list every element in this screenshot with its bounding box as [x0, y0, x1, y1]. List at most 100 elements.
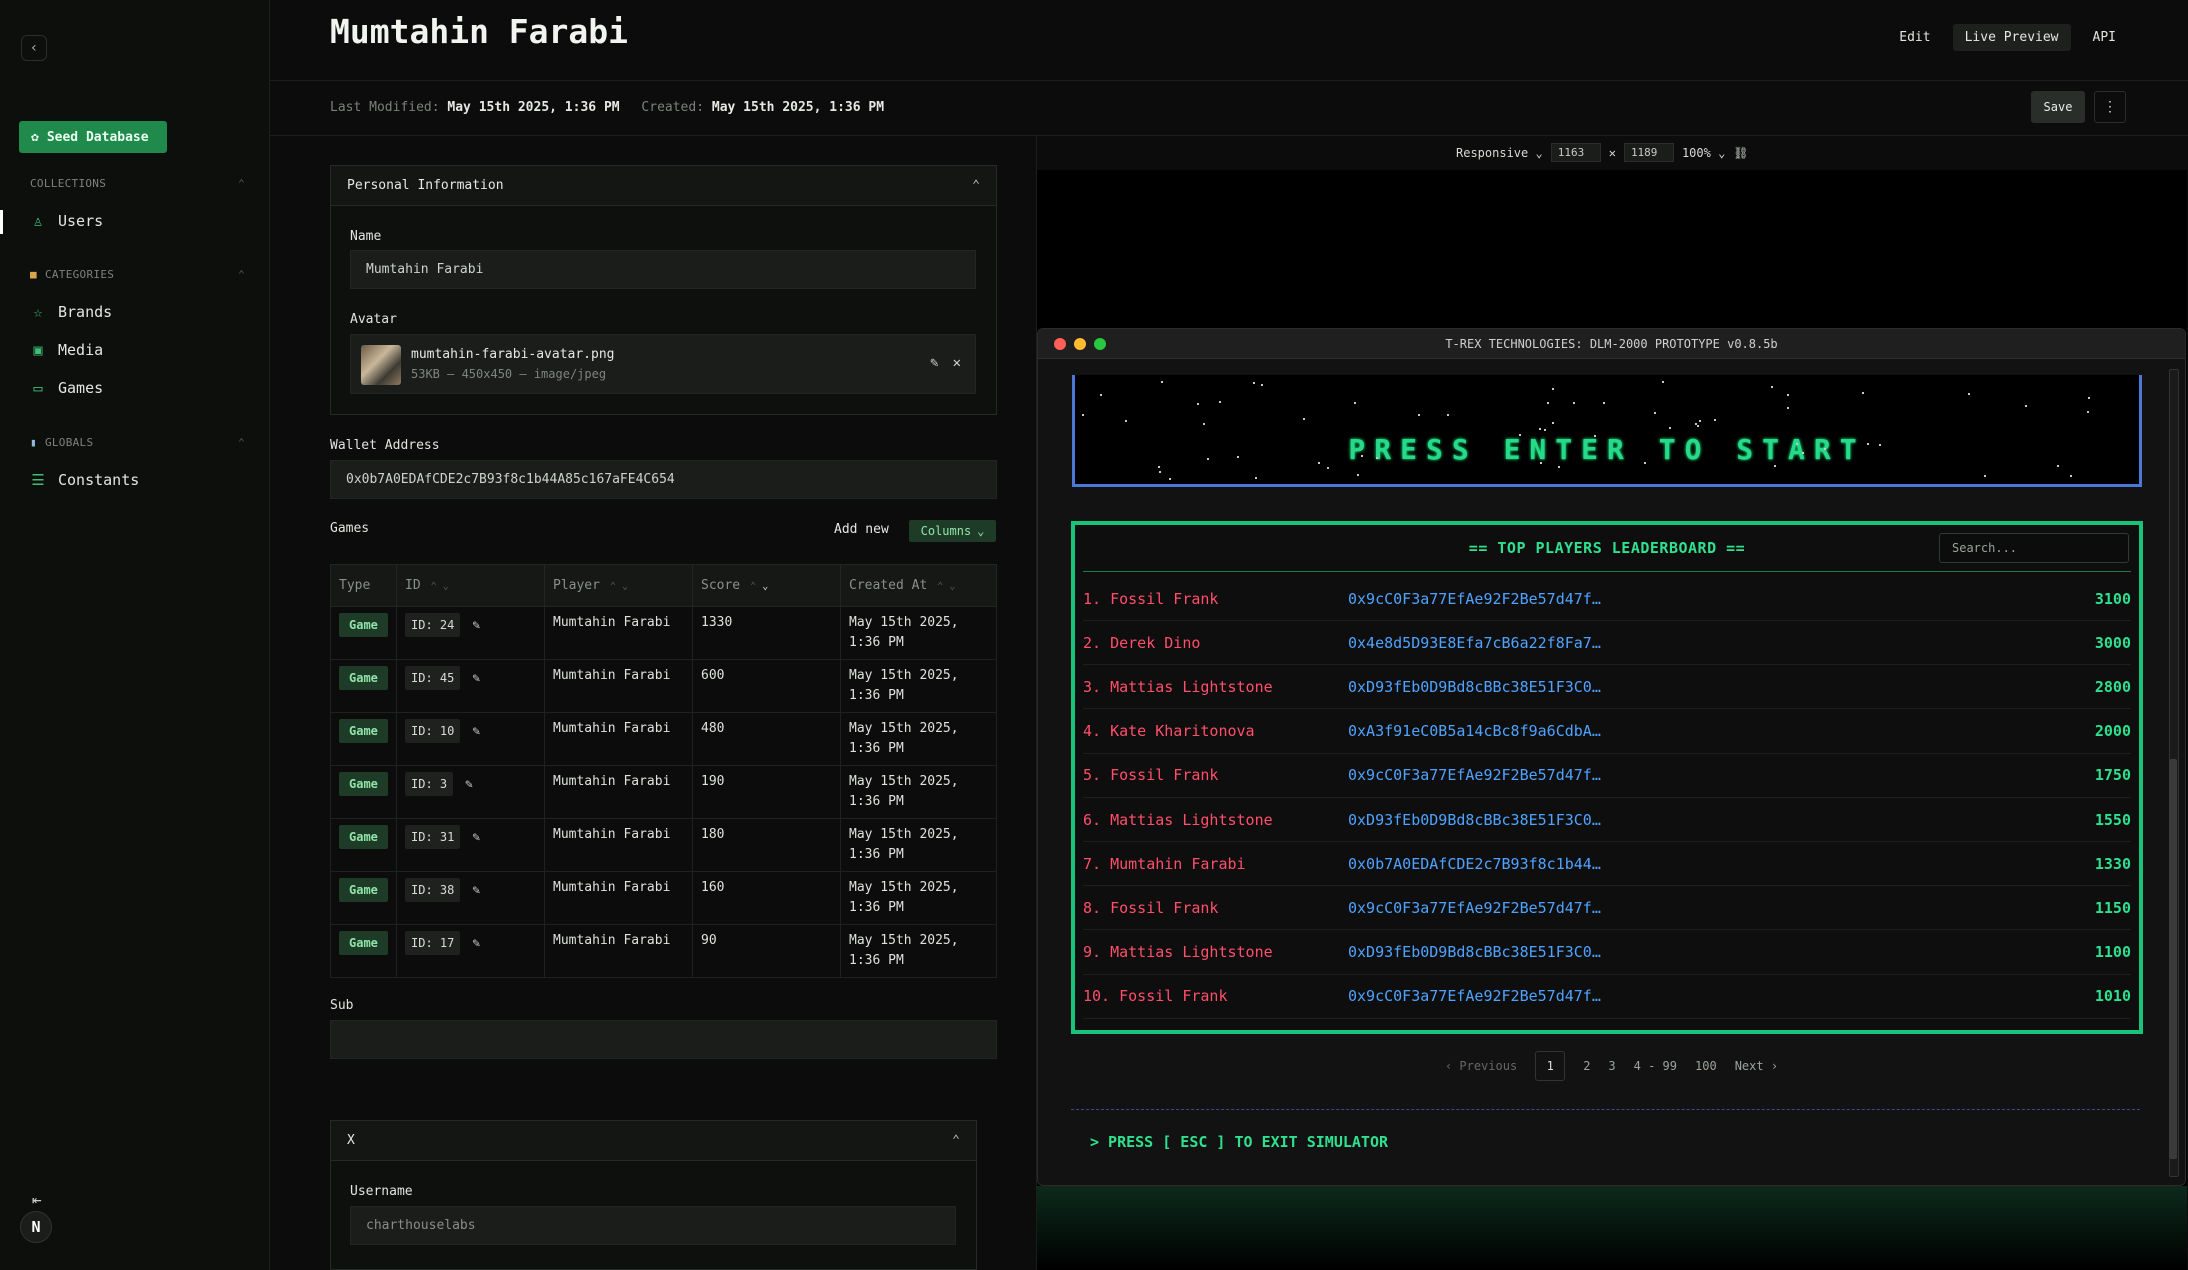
leaderboard-row[interactable]: 1. Fossil Frank 0x9cC0F3a77EfAe92F2Be57d4…: [1083, 577, 2131, 621]
leaderboard-row[interactable]: 4. Kate Kharitonova 0xA3f91eC0B5a14cBc8f9…: [1083, 710, 2131, 754]
page-100-button[interactable]: 100: [1695, 1059, 1717, 1073]
sort-icon[interactable]: ⌃ ⌄: [610, 581, 628, 592]
sidebar-item-games[interactable]: ▭ Games: [30, 379, 103, 397]
sidebar-item-constants[interactable]: ☰ Constants: [30, 471, 139, 489]
table-row[interactable]: Game ID: 31 ✎ Mumtahin Farabi 180 May 15th 20…: [330, 818, 997, 872]
col-id[interactable]: ID ⌃ ⌄: [396, 564, 545, 607]
save-button[interactable]: Save: [2031, 91, 2085, 123]
page-range-button[interactable]: 4 - 99: [1634, 1059, 1677, 1073]
edit-icon[interactable]: ✎: [472, 618, 480, 633]
col-player[interactable]: Player ⌃ ⌄: [544, 564, 693, 607]
x-panel-header[interactable]: X ⌃: [331, 1121, 976, 1161]
id-badge[interactable]: ID: 45: [405, 666, 461, 690]
avatar-filename[interactable]: mumtahin-farabi-avatar.png: [411, 347, 615, 362]
leaderboard-row[interactable]: 7. Mumtahin Farabi 0x0b7A0EDAfCDE2c7B93f8…: [1083, 842, 2131, 887]
table-row[interactable]: Game ID: 38 ✎ Mumtahin Farabi 160 May 15th 20…: [330, 871, 997, 925]
leaderboard-row[interactable]: 10. Fossil Frank 0x9cC0F3a77EfAe92F2Be57d…: [1083, 975, 2131, 1019]
leaderboard-row[interactable]: 6. Mattias Lightstone 0xD93fEb0D9Bd8cBBc3…: [1083, 798, 2131, 842]
player-entry: 4. Kate Kharitonova: [1083, 722, 1348, 740]
table-row[interactable]: Game ID: 45 ✎ Mumtahin Farabi 600 May 15th 20…: [330, 659, 997, 713]
zoom-label: 100%: [1681, 145, 1711, 160]
previous-page-button[interactable]: ‹ Previous: [1445, 1059, 1517, 1073]
sidebar-item-brands[interactable]: ☆ Brands: [30, 303, 112, 321]
collections-group-toggle[interactable]: COLLECTIONS ⌃: [30, 177, 245, 190]
edit-icon[interactable]: ✎: [472, 936, 480, 951]
player-name: Kate Kharitonova: [1110, 722, 1255, 741]
tab-edit[interactable]: Edit: [1887, 24, 1942, 51]
page-2-button[interactable]: 2: [1583, 1059, 1590, 1073]
sort-icon[interactable]: ⌃ ⌄: [750, 581, 768, 592]
more-options-button[interactable]: ⋮: [2094, 91, 2126, 123]
edit-icon[interactable]: ✎: [472, 830, 480, 845]
next-page-button[interactable]: Next ›: [1735, 1059, 1778, 1073]
sidebar-item-label: Games: [58, 379, 104, 397]
sub-field[interactable]: [330, 1020, 997, 1059]
wallet-address: 0x0b7A0EDAfCDE2c7B93f8c1b44…: [1348, 854, 1601, 873]
star: [1547, 402, 1549, 404]
table-row[interactable]: Game ID: 24 ✎ Mumtahin Farabi 1330 May 15th 2…: [330, 606, 997, 660]
wallet-address-field[interactable]: 0x0b7A0EDAfCDE2c7B93f8c1b44A85c167aFE4C6…: [330, 460, 997, 499]
sidebar-item-media[interactable]: ▣ Media: [30, 341, 103, 359]
leaderboard-row[interactable]: 8. Fossil Frank 0x9cC0F3a77EfAe92F2Be57d4…: [1083, 886, 2131, 931]
leaderboard-search-input[interactable]: Search...: [1939, 533, 2129, 563]
id-badge[interactable]: ID: 24: [405, 613, 461, 637]
collapse-sidebar-button[interactable]: ‹: [21, 35, 47, 61]
sort-icon[interactable]: ⌃ ⌄: [937, 581, 955, 592]
username-field[interactable]: charthouselabs: [350, 1206, 956, 1245]
id-badge[interactable]: ID: 17: [405, 931, 461, 955]
star: [1968, 393, 1970, 395]
name-field[interactable]: Mumtahin Farabi: [350, 250, 976, 289]
edit-icon[interactable]: ✎: [472, 724, 480, 739]
sidebar-item-users[interactable]: ♙ Users: [30, 212, 103, 230]
wallet-address: 0x9cC0F3a77EfAe92F2Be57d47f…: [1348, 589, 1601, 608]
tab-api[interactable]: API: [2081, 24, 2128, 51]
created-cell: May 15th 2025, 1:36 PM: [840, 712, 997, 766]
scrollbar-thumb[interactable]: [2169, 759, 2177, 1159]
close-icon[interactable]: ✕: [953, 355, 961, 371]
leaderboard-row[interactable]: 9. Mattias Lightstone 0xD93fEb0D9Bd8cBBc3…: [1083, 931, 2131, 975]
width-input[interactable]: 1163: [1550, 143, 1601, 162]
add-new-button[interactable]: Add new: [834, 522, 889, 537]
player-score: 1550: [2094, 810, 2131, 829]
table-row[interactable]: Game ID: 3 ✎ Mumtahin Farabi 190 May 15th 202…: [330, 765, 997, 819]
zoom-select[interactable]: 100% ⌄: [1682, 146, 1725, 160]
id-badge[interactable]: ID: 3: [405, 772, 454, 796]
page-3-button[interactable]: 3: [1608, 1059, 1615, 1073]
leaderboard-row[interactable]: 2. Derek Dino 0x4e8d5D93E8Efa7cB6a22f8Fa7…: [1083, 621, 2131, 666]
id-cell: ID: 31 ✎: [396, 818, 545, 872]
section-title: Personal Information: [347, 178, 504, 193]
tab-live-preview[interactable]: Live Preview: [1952, 24, 2071, 51]
personal-information-header[interactable]: Personal Information ⌃: [331, 166, 996, 206]
id-badge[interactable]: ID: 38: [405, 878, 461, 902]
player-name: Mattias Lightstone: [1110, 943, 1273, 962]
game-canvas[interactable]: PRESS ENTER TO START: [1072, 375, 2142, 487]
rank: 3.: [1083, 677, 1102, 696]
page-1-button[interactable]: 1: [1535, 1051, 1566, 1081]
responsive-select[interactable]: Responsive ⌄: [1456, 146, 1543, 160]
col-created-at[interactable]: Created At ⌃ ⌄: [840, 564, 997, 607]
player-score: 2000: [2094, 722, 2131, 741]
avatar[interactable]: N: [20, 1211, 52, 1243]
logout-icon[interactable]: ⇤: [32, 1190, 42, 1209]
height-input[interactable]: 1189: [1623, 143, 1674, 162]
seed-database-button[interactable]: ✿ Seed Database: [19, 121, 167, 153]
table-row[interactable]: Game ID: 17 ✎ Mumtahin Farabi 90 May 15th 202…: [330, 924, 997, 978]
press-enter-text: PRESS ENTER TO START: [1348, 433, 1866, 466]
globals-group-toggle[interactable]: ▮ GLOBALS ⌃: [30, 436, 245, 449]
table-row[interactable]: Game ID: 10 ✎ Mumtahin Farabi 480 May 15th 20…: [330, 712, 997, 766]
player-name: Fossil Frank: [1119, 987, 1228, 1006]
link-icon[interactable]: ⛓: [1733, 146, 1748, 160]
edit-icon[interactable]: ✎: [472, 671, 480, 686]
chevron-up-icon: ⌃: [972, 178, 980, 193]
id-badge[interactable]: ID: 10: [405, 719, 461, 743]
sort-icon[interactable]: ⌃ ⌄: [431, 581, 449, 592]
edit-icon[interactable]: ✎: [472, 883, 480, 898]
categories-group-toggle[interactable]: ■ CATEGORIES ⌃: [30, 268, 245, 281]
leaderboard-row[interactable]: 5. Fossil Frank 0x9cC0F3a77EfAe92F2Be57d4…: [1083, 754, 2131, 798]
edit-icon[interactable]: ✎: [930, 355, 938, 371]
edit-icon[interactable]: ✎: [465, 777, 473, 792]
leaderboard-row[interactable]: 3. Mattias Lightstone 0xD93fEb0D9Bd8cBBc3…: [1083, 665, 2131, 710]
col-score[interactable]: Score ⌃ ⌄: [692, 564, 841, 607]
id-badge[interactable]: ID: 31: [405, 825, 461, 849]
columns-button[interactable]: Columns ⌄: [909, 520, 996, 542]
